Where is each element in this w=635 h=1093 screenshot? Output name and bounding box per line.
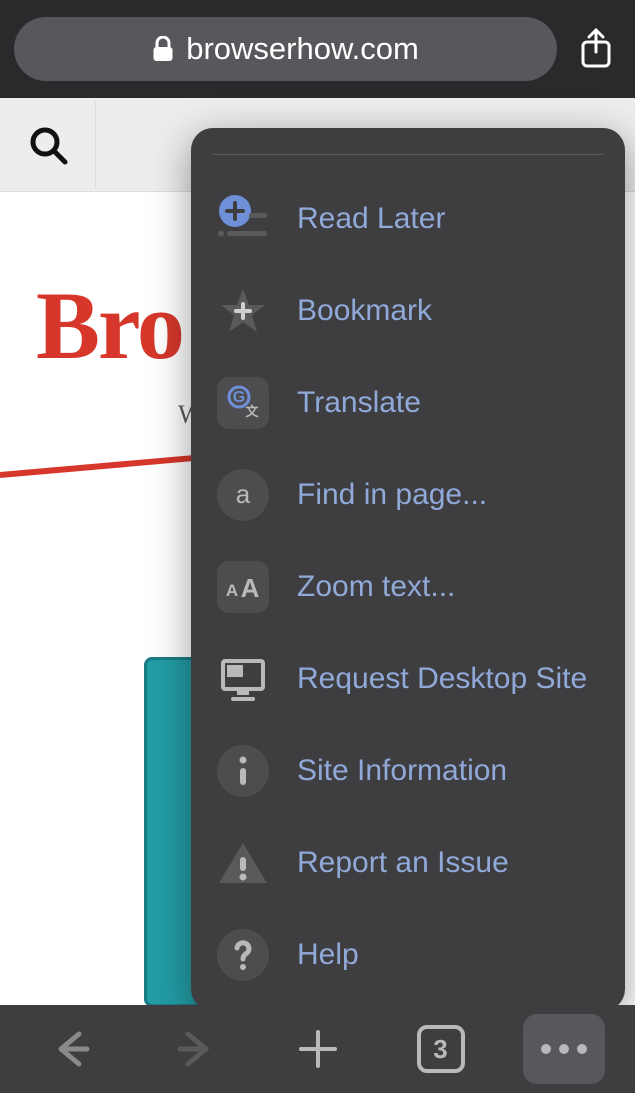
tabs-button[interactable]: 3	[400, 1014, 482, 1084]
bottom-toolbar: 3	[0, 1005, 635, 1093]
read-later-icon	[217, 193, 269, 245]
menu-divider	[213, 154, 603, 155]
menu-item-label: Request Desktop Site	[297, 662, 587, 696]
menu-item-bookmark[interactable]: Bookmark	[191, 265, 625, 357]
url-text: browserhow.com	[186, 31, 419, 67]
bookmark-star-icon	[217, 285, 269, 337]
menu-item-label: Read Later	[297, 202, 445, 236]
share-button[interactable]	[571, 24, 621, 74]
forward-button[interactable]	[154, 1014, 236, 1084]
menu-item-request-desktop[interactable]: Request Desktop Site	[191, 633, 625, 725]
svg-text:a: a	[236, 479, 251, 509]
tab-count: 3	[433, 1034, 447, 1065]
search-icon	[28, 125, 68, 165]
share-icon	[578, 28, 614, 70]
more-icon	[541, 1044, 587, 1054]
svg-text:A: A	[226, 581, 238, 600]
back-arrow-icon	[51, 1028, 93, 1070]
menu-item-label: Translate	[297, 386, 421, 420]
menu-item-label: Bookmark	[297, 294, 432, 328]
page-search-button[interactable]	[0, 101, 96, 189]
svg-text:A: A	[241, 573, 260, 603]
browser-chrome: browserhow.com	[0, 0, 635, 98]
new-tab-button[interactable]	[277, 1014, 359, 1084]
plus-icon	[295, 1026, 341, 1072]
help-icon	[217, 929, 269, 981]
menu-item-translate[interactable]: G 文 Translate	[191, 357, 625, 449]
find-in-page-icon: a	[217, 469, 269, 521]
tab-count-icon: 3	[417, 1025, 465, 1073]
menu-item-label: Report an Issue	[297, 846, 509, 880]
menu-item-read-later[interactable]: Read Later	[191, 173, 625, 265]
overflow-button[interactable]	[523, 1014, 605, 1084]
svg-text:文: 文	[245, 404, 259, 419]
divider-line	[0, 455, 200, 478]
menu-item-label: Help	[297, 938, 359, 972]
svg-text:G: G	[233, 389, 245, 406]
address-bar[interactable]: browserhow.com	[14, 17, 557, 81]
lock-icon	[152, 36, 174, 62]
info-icon	[217, 745, 269, 797]
translate-icon: G 文	[217, 377, 269, 429]
menu-item-site-info[interactable]: Site Information	[191, 725, 625, 817]
overflow-menu: Read Later Bookmark G 文 Translate	[191, 128, 625, 1011]
menu-item-zoom-text[interactable]: A A Zoom text...	[191, 541, 625, 633]
site-logo-text: Bro	[36, 270, 183, 381]
menu-item-find-in-page[interactable]: a Find in page...	[191, 449, 625, 541]
menu-item-help[interactable]: Help	[191, 909, 625, 1001]
desktop-icon	[217, 653, 269, 705]
zoom-text-icon: A A	[217, 561, 269, 613]
menu-item-report-issue[interactable]: Report an Issue	[191, 817, 625, 909]
warning-icon	[217, 837, 269, 889]
forward-arrow-icon	[174, 1028, 216, 1070]
menu-item-label: Find in page...	[297, 478, 487, 512]
back-button[interactable]	[31, 1014, 113, 1084]
menu-item-label: Site Information	[297, 754, 507, 788]
menu-item-label: Zoom text...	[297, 570, 455, 604]
